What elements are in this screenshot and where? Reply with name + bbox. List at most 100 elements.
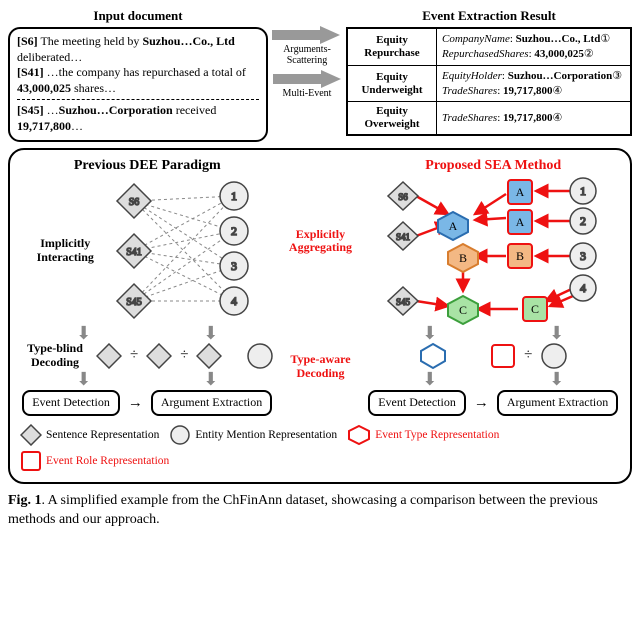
svg-text:C: C xyxy=(531,302,539,316)
hexagon-icon xyxy=(347,424,371,446)
table-row: Equity Repurchase CompanyName: Suzhou…Co… xyxy=(347,28,631,65)
doc-divider xyxy=(17,99,259,100)
svg-text:B: B xyxy=(459,251,467,265)
previous-title: Previous DEE Paradigm xyxy=(74,158,221,174)
svg-text:S45: S45 xyxy=(396,297,411,307)
event-detection-box: Event Detection xyxy=(22,390,120,416)
input-column: Input document [S6] The meeting held by … xyxy=(8,8,268,142)
svg-text:2: 2 xyxy=(231,224,237,238)
middle-labels: Explicitly Aggregating Type-aware Decodi… xyxy=(278,158,362,417)
down-arrows: ⬇ ⬇ xyxy=(366,372,620,386)
svg-text:4: 4 xyxy=(580,281,586,295)
bipartite-graph-icon: S6 S41 S45 1 2 3 4 xyxy=(104,176,264,326)
s45-num: 19,717,800 xyxy=(17,119,71,133)
proposed-paradigm: Proposed SEA Method xyxy=(366,158,620,417)
arrow-multi-event: Multi-Event xyxy=(273,70,341,99)
arrow-icon xyxy=(273,70,341,88)
legend: Sentence Representation Entity Mention R… xyxy=(20,424,620,472)
argument-extraction-box: Argument Extraction xyxy=(497,390,618,416)
svg-text:A: A xyxy=(516,215,525,229)
event-type-cell: Equity Overweight xyxy=(347,102,437,135)
plus-icon: ÷ xyxy=(178,347,190,364)
s6-tag: [S6] xyxy=(17,34,38,48)
event-type-cell: Equity Repurchase xyxy=(347,28,437,65)
table-row: Equity Overweight TradeShares: 19,717,80… xyxy=(347,102,631,135)
s41-num: 43,000,025 xyxy=(17,81,71,95)
s45-tag: [S45] xyxy=(17,103,44,117)
caption-text: . A simplified example from the ChFinAnn… xyxy=(8,493,598,527)
sentence-s41: [S41] …the company has repurchased a tot… xyxy=(17,65,259,96)
legend-event-type: Event Type Representation xyxy=(347,424,499,446)
svg-text:1: 1 xyxy=(580,184,586,198)
s45-company: Suzhou…Corporation xyxy=(59,103,173,117)
previous-paradigm: Previous DEE Paradigm Implicitly Interac… xyxy=(20,158,274,417)
decode-shapes-prev: ÷ ÷ xyxy=(96,342,274,370)
diamond-icon xyxy=(196,343,222,369)
s45-mid: received xyxy=(173,103,217,117)
argument-extraction-box: Argument Extraction xyxy=(151,390,272,416)
square-icon xyxy=(490,343,516,369)
plus-icon: ÷ xyxy=(128,347,140,364)
decode-shapes-proposed: ÷ xyxy=(418,342,568,370)
svg-text:A: A xyxy=(516,185,525,199)
result-column: Event Extraction Result Equity Repurchas… xyxy=(346,8,632,136)
sentence-s6: [S6] The meeting held by Suzhou…Co., Ltd… xyxy=(17,34,259,65)
svg-text:3: 3 xyxy=(231,259,237,273)
right-arrow-icon: → xyxy=(472,395,491,412)
event-details-cell: TradeShares: 19,717,800④ xyxy=(437,102,632,135)
s45-pre: … xyxy=(44,103,59,117)
input-title: Input document xyxy=(8,8,268,24)
event-details-cell: EquityHolder: Suzhou…Corporation③ TradeS… xyxy=(437,65,632,102)
svg-text:A: A xyxy=(449,219,458,233)
down-arrows: ⬇ ⬇ xyxy=(20,372,274,386)
down-arrows: ⬇ ⬇ xyxy=(366,326,620,340)
prop-stage-row: Event Detection → Argument Extraction xyxy=(368,390,618,416)
circle-icon xyxy=(540,342,568,370)
svg-text:B: B xyxy=(516,249,524,263)
right-arrow-icon: → xyxy=(126,395,145,412)
event-detection-box: Event Detection xyxy=(368,390,466,416)
diamond-icon xyxy=(146,343,172,369)
arrow-label-1: Arguments-Scattering xyxy=(272,44,342,66)
svg-text:S41: S41 xyxy=(126,247,142,258)
down-arrow-icon: ⬇ xyxy=(203,326,218,340)
input-document-box: [S6] The meeting held by Suzhou…Co., Ltd… xyxy=(8,27,268,142)
legend-event-role: Event Role Representation xyxy=(20,450,169,472)
result-title: Event Extraction Result xyxy=(346,8,632,24)
down-arrow-icon: ⬇ xyxy=(76,372,91,386)
s41-tag: [S41] xyxy=(17,65,44,79)
arrow-label-2: Multi-Event xyxy=(273,88,341,99)
hexagon-icon xyxy=(418,342,448,370)
down-arrow-icon: ⬇ xyxy=(422,326,437,340)
arrow-arguments-scattering: Arguments-Scattering xyxy=(272,26,342,66)
table-row: Equity Underweight EquityHolder: Suzhou…… xyxy=(347,65,631,102)
svg-text:S6: S6 xyxy=(398,192,408,202)
svg-text:1: 1 xyxy=(231,189,237,203)
down-arrow-icon: ⬇ xyxy=(549,372,564,386)
s45-post: … xyxy=(71,119,83,133)
down-arrow-icon: ⬇ xyxy=(549,326,564,340)
s41-pre: …the company has repurchased a total of xyxy=(44,65,246,79)
typeblind-label: Type-blind Decoding xyxy=(20,342,90,370)
s6-pre: The meeting held by xyxy=(38,34,143,48)
svg-text:2: 2 xyxy=(580,214,586,228)
legend-entity: Entity Mention Representation xyxy=(169,424,337,446)
typeaware-label: Type-aware Decoding xyxy=(278,353,362,381)
legend-sentence: Sentence Representation xyxy=(20,424,159,446)
event-type-cell: Equity Underweight xyxy=(347,65,437,102)
plus-icon: ÷ xyxy=(522,347,534,364)
circle-icon xyxy=(169,424,191,446)
fig-number: Fig. 1 xyxy=(8,493,41,508)
svg-text:C: C xyxy=(459,303,467,317)
sentence-s45: [S45] …Suzhou…Corporation received 19,71… xyxy=(17,103,259,134)
svg-text:S41: S41 xyxy=(396,232,410,242)
down-arrows: ⬇ ⬇ xyxy=(20,326,274,340)
main-diagram-box: Previous DEE Paradigm Implicitly Interac… xyxy=(8,148,632,485)
event-details-cell: CompanyName: Suzhou…Co., Ltd① Repurchase… xyxy=(437,28,632,65)
s6-company: Suzhou…Co., Ltd xyxy=(142,34,234,48)
s6-post: deliberated… xyxy=(17,50,82,64)
sea-graph-icon: S6 S41 S45 A B C A A B C xyxy=(378,176,608,326)
prev-stage-row: Event Detection → Argument Extraction xyxy=(22,390,272,416)
down-arrow-icon: ⬇ xyxy=(422,372,437,386)
svg-text:S6: S6 xyxy=(129,197,140,208)
